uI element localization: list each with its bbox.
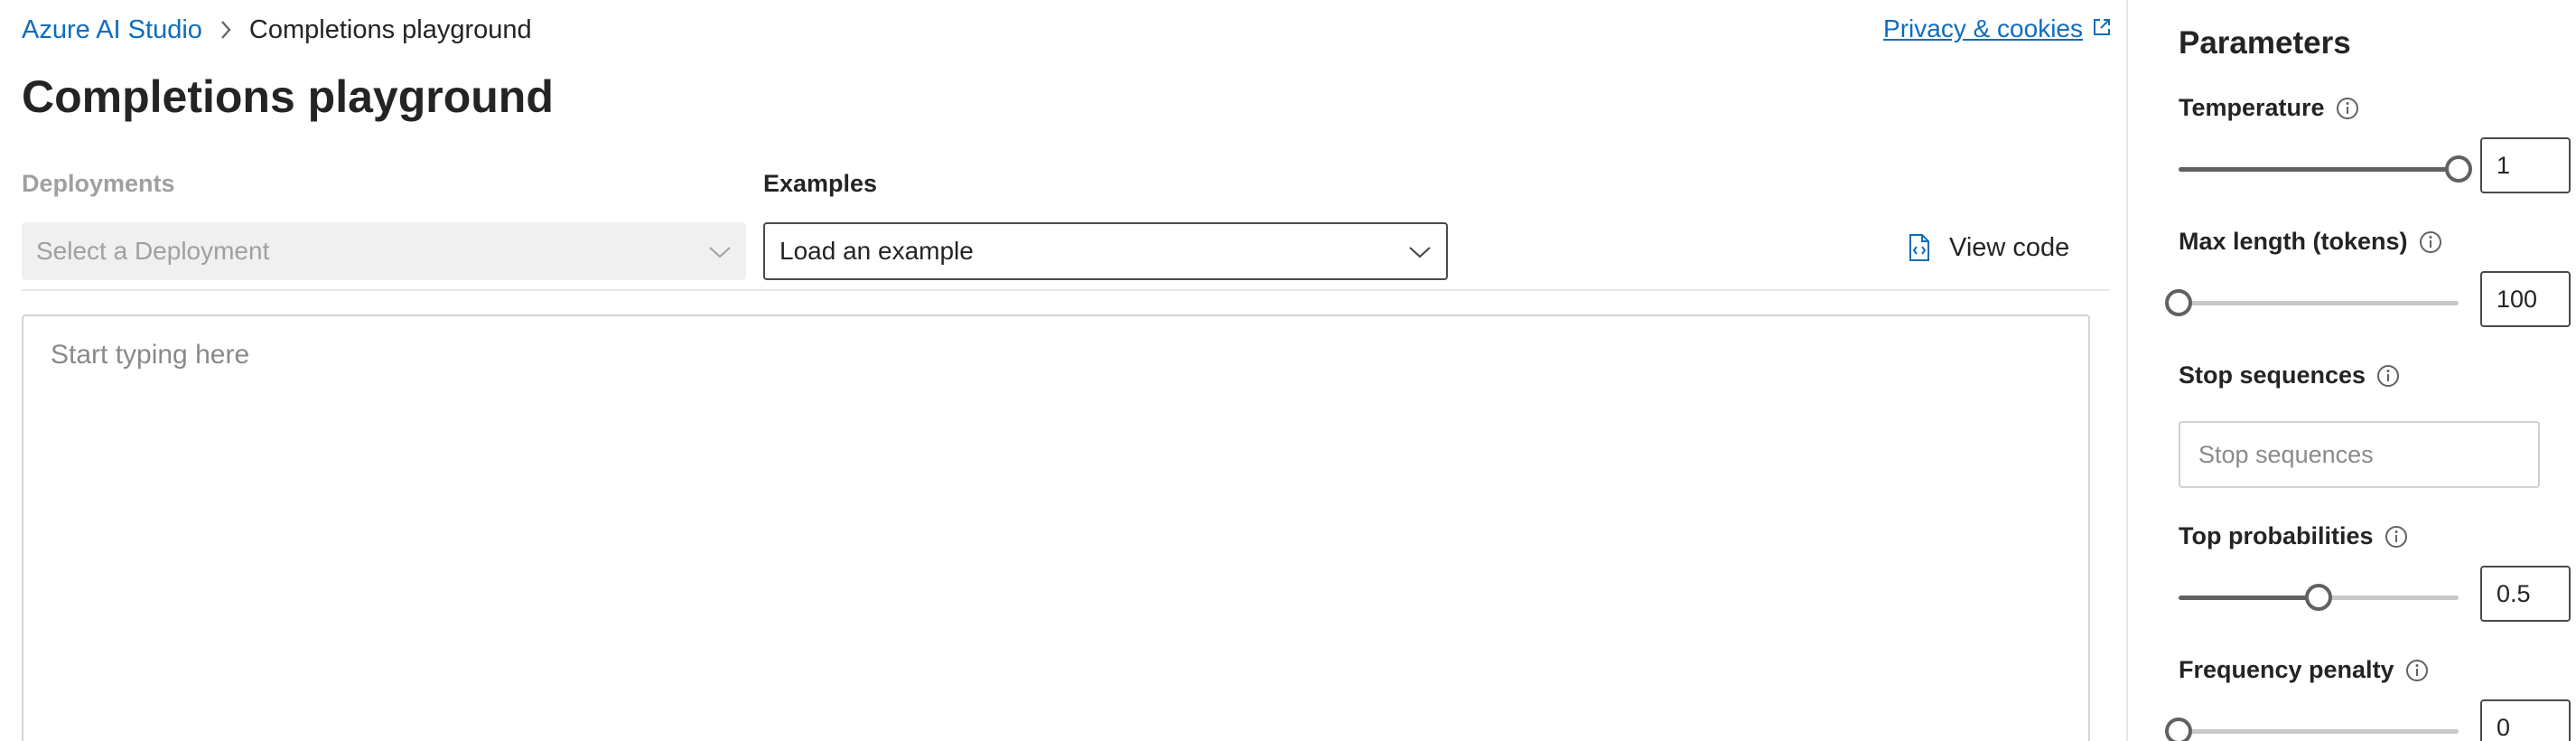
frequency-penalty-slider[interactable] (2165, 718, 2459, 741)
view-code-label: View code (1949, 232, 2070, 262)
parameters-panel: Parameters Temperature Max length (token… (2126, 0, 2576, 741)
temperature-label: Temperature (2179, 94, 2359, 122)
frequency-penalty-value-input[interactable] (2480, 699, 2571, 741)
deployment-select[interactable]: Select a Deployment (22, 222, 746, 280)
stop-sequences-label: Stop sequences (2179, 361, 2400, 389)
frequency-penalty-label-text: Frequency penalty (2179, 656, 2394, 683)
top-probabilities-value-input[interactable] (2480, 566, 2571, 622)
top-probabilities-label: Top probabilities (2179, 522, 2408, 550)
max-length-label-text: Max length (tokens) (2179, 228, 2408, 255)
max-length-value-input[interactable] (2480, 271, 2571, 327)
info-icon[interactable] (2419, 230, 2442, 254)
max-length-slider[interactable] (2165, 289, 2459, 316)
stop-sequences-input[interactable] (2179, 421, 2540, 488)
page-title: Completions playground (22, 71, 554, 122)
code-file-icon (1908, 233, 1931, 262)
max-length-slider-track (2179, 301, 2459, 305)
deployment-select-placeholder: Select a Deployment (36, 237, 270, 265)
stop-sequences-label-text: Stop sequences (2179, 361, 2366, 389)
temperature-value-input[interactable] (2480, 137, 2571, 193)
info-icon[interactable] (2385, 525, 2408, 549)
frequency-penalty-slider-thumb[interactable] (2165, 718, 2192, 741)
breadcrumb: Azure AI Studio Completions playground (22, 13, 532, 47)
examples-label: Examples (763, 170, 878, 197)
top-probabilities-slider-fill (2179, 596, 2319, 600)
open-external-icon (2083, 14, 2112, 43)
temperature-slider[interactable] (2179, 155, 2472, 183)
frequency-penalty-label: Frequency penalty (2179, 656, 2429, 684)
privacy-cookies-label: Privacy & cookies (1883, 14, 2083, 42)
prompt-textarea[interactable] (22, 314, 2090, 741)
top-probabilities-label-text: Top probabilities (2179, 522, 2374, 549)
frequency-penalty-slider-track (2179, 729, 2459, 734)
temperature-label-text: Temperature (2179, 94, 2325, 121)
privacy-cookies-link[interactable]: Privacy & cookies (1883, 14, 2112, 43)
playground-main: Azure AI Studio Completions playground P… (0, 0, 2124, 741)
chevron-down-icon (708, 237, 732, 266)
examples-select[interactable]: Load an example (763, 222, 1448, 280)
top-probabilities-slider-thumb[interactable] (2305, 584, 2332, 611)
info-icon[interactable] (2405, 659, 2429, 682)
info-icon[interactable] (2376, 364, 2400, 388)
info-icon[interactable] (2336, 97, 2359, 120)
chevron-right-icon (202, 13, 249, 47)
breadcrumb-root-link[interactable]: Azure AI Studio (22, 15, 202, 45)
deployments-label: Deployments (22, 170, 175, 197)
chevron-down-icon (1408, 237, 1432, 266)
max-length-label: Max length (tokens) (2179, 228, 2442, 256)
temperature-slider-fill (2179, 167, 2459, 172)
toolbar-divider (22, 289, 2110, 291)
top-probabilities-slider[interactable] (2179, 584, 2459, 611)
temperature-slider-thumb[interactable] (2445, 155, 2472, 183)
examples-select-placeholder: Load an example (779, 237, 974, 265)
breadcrumb-current: Completions playground (248, 14, 532, 44)
view-code-button[interactable]: View code (1908, 224, 2069, 271)
max-length-slider-thumb[interactable] (2165, 289, 2192, 316)
parameters-title: Parameters (2179, 25, 2351, 61)
